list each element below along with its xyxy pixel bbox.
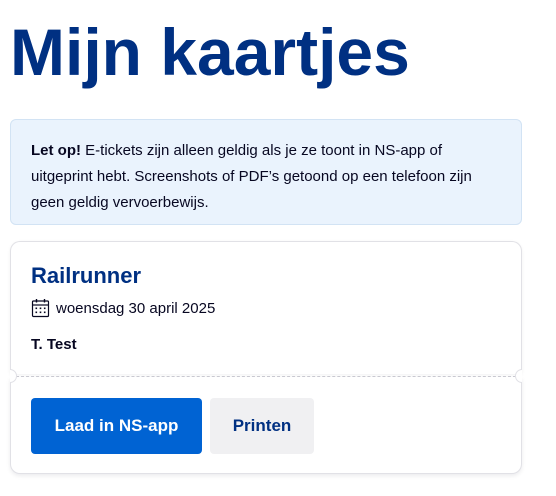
- ticket-date-row: woensdag 30 april 2025: [31, 298, 215, 318]
- ticket-date: woensdag 30 april 2025: [56, 299, 216, 317]
- ticket-notch-right: [515, 369, 522, 383]
- calendar-icon: [31, 298, 50, 318]
- page: Mijn kaartjes Let op! E-tickets zijn all…: [0, 0, 556, 496]
- page-title: Mijn kaartjes: [10, 15, 410, 89]
- ticket-title: Railrunner: [31, 263, 142, 288]
- notice-text: E-tickets zijn alleen geldig als je ze t…: [31, 142, 472, 211]
- print-button[interactable]: Printen: [210, 398, 314, 454]
- ticket-divider: [16, 376, 516, 377]
- notice-box: Let op! E-tickets zijn alleen geldig als…: [10, 119, 522, 225]
- notice-label: Let op!: [31, 142, 81, 159]
- ticket-notch-left: [10, 369, 17, 383]
- load-in-app-button[interactable]: Laad in NS-app: [31, 398, 202, 454]
- traveler-name: T. Test: [31, 336, 77, 353]
